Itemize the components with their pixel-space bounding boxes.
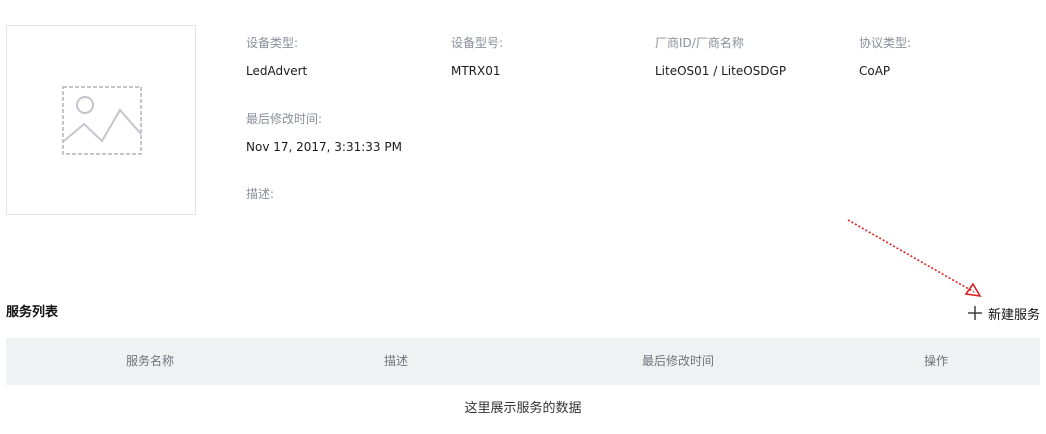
new-service-button[interactable]: 新建服务 — [967, 304, 1040, 323]
device-model-label: 设备型号: — [451, 36, 504, 50]
protocol-label: 协议类型: — [859, 36, 912, 50]
protocol-value: CoAP — [859, 64, 891, 78]
new-service-label: 新建服务 — [987, 307, 1040, 323]
last-modified-field: 最后修改时间: Nov 17, 2017, 3:31:33 PM — [246, 112, 402, 154]
device-model-field: 设备型号: MTRX01 — [451, 36, 503, 78]
last-modified-value: Nov 17, 2017, 3:31:33 PM — [246, 140, 402, 154]
vendor-label: 厂商ID/厂商名称 — [655, 36, 744, 50]
column-header-operations[interactable]: 操作 — [858, 338, 1014, 385]
plus-icon — [967, 306, 982, 320]
service-table-header: 服务名称 描述 最后修改时间 操作 — [6, 338, 1040, 385]
vendor-value: LiteOS01 / LiteOSDGP — [655, 64, 787, 78]
protocol-field: 协议类型: CoAP — [859, 36, 911, 78]
service-list-title: 服务列表 — [6, 305, 59, 320]
column-header-description[interactable]: 描述 — [294, 338, 498, 385]
description-label: 描述: — [246, 187, 275, 201]
description-field: 描述: — [246, 187, 274, 215]
device-type-value: LedAdvert — [246, 64, 308, 78]
device-type-field: 设备类型: LedAdvert — [246, 36, 307, 78]
last-modified-label: 最后修改时间: — [246, 112, 323, 126]
empty-state-text: 这里展示服务的数据 — [464, 401, 582, 416]
dotted-arrow-icon — [847, 219, 982, 298]
column-header-last-modified[interactable]: 最后修改时间 — [498, 338, 858, 385]
device-image — [6, 25, 196, 215]
vendor-field: 厂商ID/厂商名称 LiteOS01 / LiteOSDGP — [655, 36, 786, 78]
column-header-service-name[interactable]: 服务名称 — [6, 338, 294, 385]
device-model-value: MTRX01 — [451, 64, 501, 78]
device-type-label: 设备类型: — [246, 36, 299, 50]
image-placeholder-icon — [62, 86, 142, 155]
